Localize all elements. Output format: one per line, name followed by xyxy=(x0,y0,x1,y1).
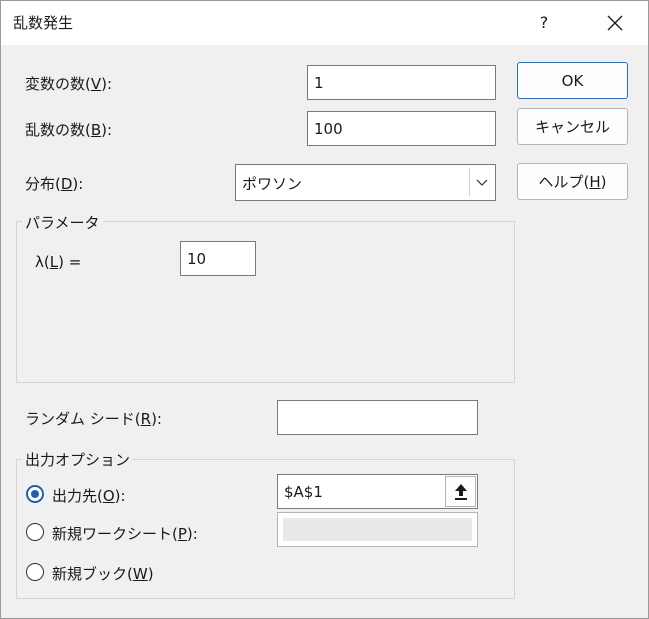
output-range-label[interactable]: 出力先(O): xyxy=(52,485,126,506)
collapse-dialog-icon xyxy=(455,484,467,500)
new-sheet-input xyxy=(277,512,478,547)
num-variables-input[interactable]: 1 xyxy=(307,65,496,100)
range-select-button[interactable] xyxy=(445,476,476,507)
lambda-label: λ(L) = xyxy=(35,253,82,271)
num-random-input[interactable]: 100 xyxy=(307,111,496,146)
output-range-value: $A$1 xyxy=(284,482,323,501)
num-variables-label: 変数の数(V): xyxy=(25,75,113,93)
dropdown-arrow[interactable] xyxy=(469,168,493,196)
help-icon-button[interactable]: ? xyxy=(529,7,559,39)
distribution-label: 分布(D): xyxy=(25,175,84,193)
lambda-input[interactable]: 10 xyxy=(180,241,256,276)
dialog-title: 乱数発生 xyxy=(13,14,74,32)
seed-input[interactable] xyxy=(277,400,478,435)
new-sheet-label[interactable]: 新規ワークシート(P): xyxy=(52,523,198,544)
close-button[interactable] xyxy=(598,7,632,39)
ok-button[interactable]: OK xyxy=(517,62,628,99)
parameters-group xyxy=(16,221,515,383)
help-button[interactable]: ヘルプ(H) xyxy=(517,163,628,200)
title-bar: 乱数発生 ? xyxy=(1,1,648,45)
output-options-title: 出力オプション xyxy=(22,449,134,470)
close-icon xyxy=(607,15,623,31)
distribution-select[interactable]: ポワソン xyxy=(235,164,496,201)
output-range-radio[interactable] xyxy=(26,485,44,503)
new-book-label[interactable]: 新規ブック(W) xyxy=(52,563,154,584)
parameters-group-title: パラメータ xyxy=(22,212,103,233)
chevron-down-icon xyxy=(476,179,488,186)
distribution-value: ポワソン xyxy=(242,175,303,193)
new-book-radio[interactable] xyxy=(26,563,44,581)
cancel-button[interactable]: キャンセル xyxy=(517,108,628,145)
num-random-label: 乱数の数(B): xyxy=(25,121,113,139)
seed-label: ランダム シード(R): xyxy=(25,410,162,428)
random-number-dialog: 乱数発生 ? 変数の数(V): 1 乱数の数(B): 100 OK キャンセル … xyxy=(0,0,649,619)
new-sheet-radio[interactable] xyxy=(26,523,44,541)
